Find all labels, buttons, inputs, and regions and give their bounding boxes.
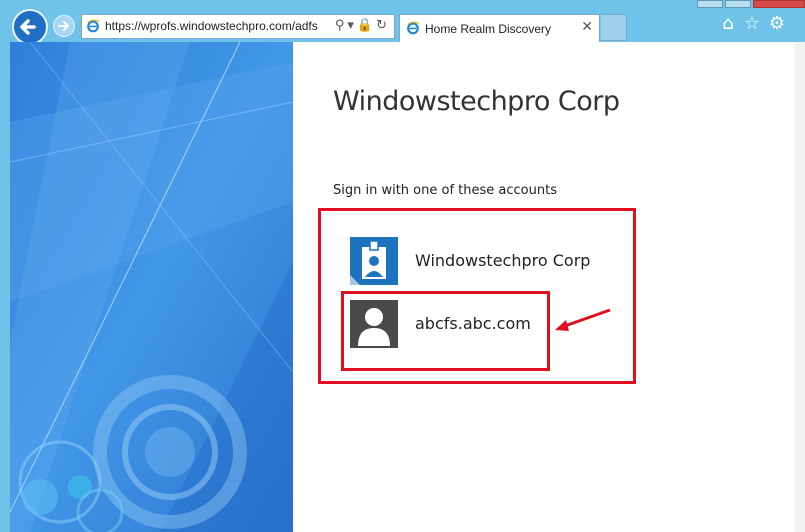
address-bar[interactable]: https://wprofs.windowstechpro.com/adfs ⚲… bbox=[81, 14, 395, 39]
page-title: Windowstechpro Corp bbox=[333, 86, 620, 117]
tab-home-realm-discovery[interactable]: Home Realm Discovery ✕ bbox=[399, 14, 600, 42]
settings-gear-icon[interactable]: ⚙ bbox=[767, 14, 787, 34]
ie-icon bbox=[407, 21, 420, 35]
minimize-button[interactable] bbox=[697, 0, 723, 8]
selected-account-highlight bbox=[341, 291, 550, 371]
sign-in-instruction: Sign in with one of these accounts bbox=[333, 183, 557, 198]
ie-icon bbox=[87, 19, 100, 33]
new-tab-button[interactable] bbox=[601, 14, 627, 41]
back-icon bbox=[20, 19, 36, 35]
address-text[interactable]: https://wprofs.windowstechpro.com/adfs bbox=[105, 19, 318, 33]
favorites-star-icon[interactable]: ☆ bbox=[742, 14, 762, 34]
browser-chrome: https://wprofs.windowstechpro.com/adfs ⚲… bbox=[0, 0, 805, 45]
window-controls bbox=[685, 0, 805, 8]
decorative-illustration bbox=[10, 42, 293, 532]
back-button[interactable] bbox=[12, 9, 48, 45]
close-window-button[interactable] bbox=[753, 0, 805, 8]
refresh-icon[interactable]: ↻ bbox=[376, 18, 390, 33]
maximize-button[interactable] bbox=[725, 0, 751, 8]
forward-button[interactable] bbox=[53, 15, 75, 37]
close-icon[interactable]: ✕ bbox=[581, 19, 593, 35]
forward-icon bbox=[58, 21, 70, 31]
account-option-windowstechpro[interactable]: Windowstechpro Corp bbox=[348, 237, 608, 287]
window-edge bbox=[795, 42, 805, 532]
home-icon[interactable]: ⌂ bbox=[718, 14, 738, 34]
account-label: Windowstechpro Corp bbox=[415, 251, 591, 270]
search-icon[interactable]: ⚲ bbox=[335, 18, 348, 33]
address-bar-icons: ⚲▾🔒↻ bbox=[335, 18, 390, 33]
dropdown-icon[interactable]: ▾ bbox=[347, 18, 357, 33]
lock-icon[interactable]: 🔒 bbox=[357, 18, 376, 33]
tab-title: Home Realm Discovery bbox=[425, 22, 552, 36]
badge-user-icon bbox=[350, 237, 398, 285]
